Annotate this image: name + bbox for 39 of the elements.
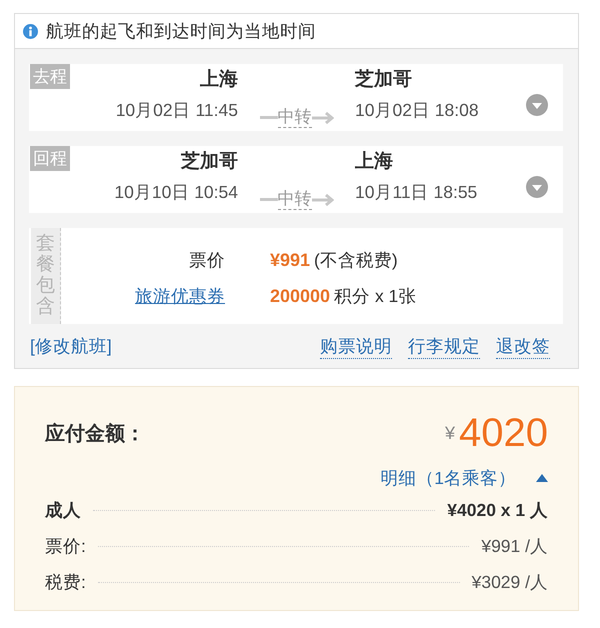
departure-city: 上海 — [200, 70, 238, 90]
total-amount: 4020 — [459, 413, 548, 453]
arrival-city: 上海 — [355, 152, 393, 172]
arrival-time: 10月11日 18:55 — [355, 182, 478, 202]
arrow-right-icon — [312, 112, 334, 124]
package-value: ¥991 — [270, 250, 310, 270]
transfer-link[interactable]: 中转 — [278, 189, 312, 210]
breakdown-label: 税费: — [45, 571, 86, 594]
breakdown-value: ¥3029 /人 — [472, 571, 548, 594]
footer-link[interactable]: 购票说明 — [320, 334, 392, 358]
caret-icon[interactable] — [536, 474, 548, 482]
package-note: 积分 x 1张 — [334, 286, 416, 306]
package-value: 200000 — [270, 286, 330, 306]
details-toggle[interactable]: 明细（1名乘客） — [380, 466, 516, 490]
breakdown-value: ¥4020 x 1 人 — [447, 499, 548, 522]
arrival-city: 芝加哥 — [355, 70, 412, 90]
breakdown-label: 票价: — [45, 535, 86, 558]
departure-city: 芝加哥 — [181, 152, 238, 172]
dropdown-circle-icon[interactable] — [526, 176, 548, 198]
breakdown-value: ¥991 /人 — [481, 535, 548, 558]
price-label: 票价 — [189, 250, 225, 270]
modify-flight-link[interactable]: [修改航班] — [30, 334, 112, 358]
coupon-link[interactable]: 旅游优惠券 — [135, 286, 225, 306]
total-label: 应付金额： — [45, 422, 145, 446]
arrow-right-icon — [312, 194, 334, 206]
departure-time: 10月02日 11:45 — [116, 100, 238, 120]
currency-symbol: ¥ — [445, 422, 456, 444]
package-note: (不含税费) — [314, 250, 398, 270]
trip-tag: 回程 — [30, 146, 70, 171]
footer-link[interactable]: 退改签 — [496, 334, 550, 358]
arrival-time: 10月02日 18:08 — [355, 100, 479, 120]
footer-link[interactable]: 行李规定 — [408, 334, 480, 358]
transfer-link[interactable]: 中转 — [278, 107, 312, 128]
notice-text: 航班的起飞和到达时间为当地时间 — [46, 20, 316, 43]
info-icon — [23, 24, 38, 38]
dropdown-circle-icon[interactable] — [526, 94, 548, 116]
departure-time: 10月10日 10:54 — [114, 182, 238, 202]
breakdown-label: 成人 — [45, 499, 81, 522]
trip-tag: 去程 — [30, 64, 70, 89]
